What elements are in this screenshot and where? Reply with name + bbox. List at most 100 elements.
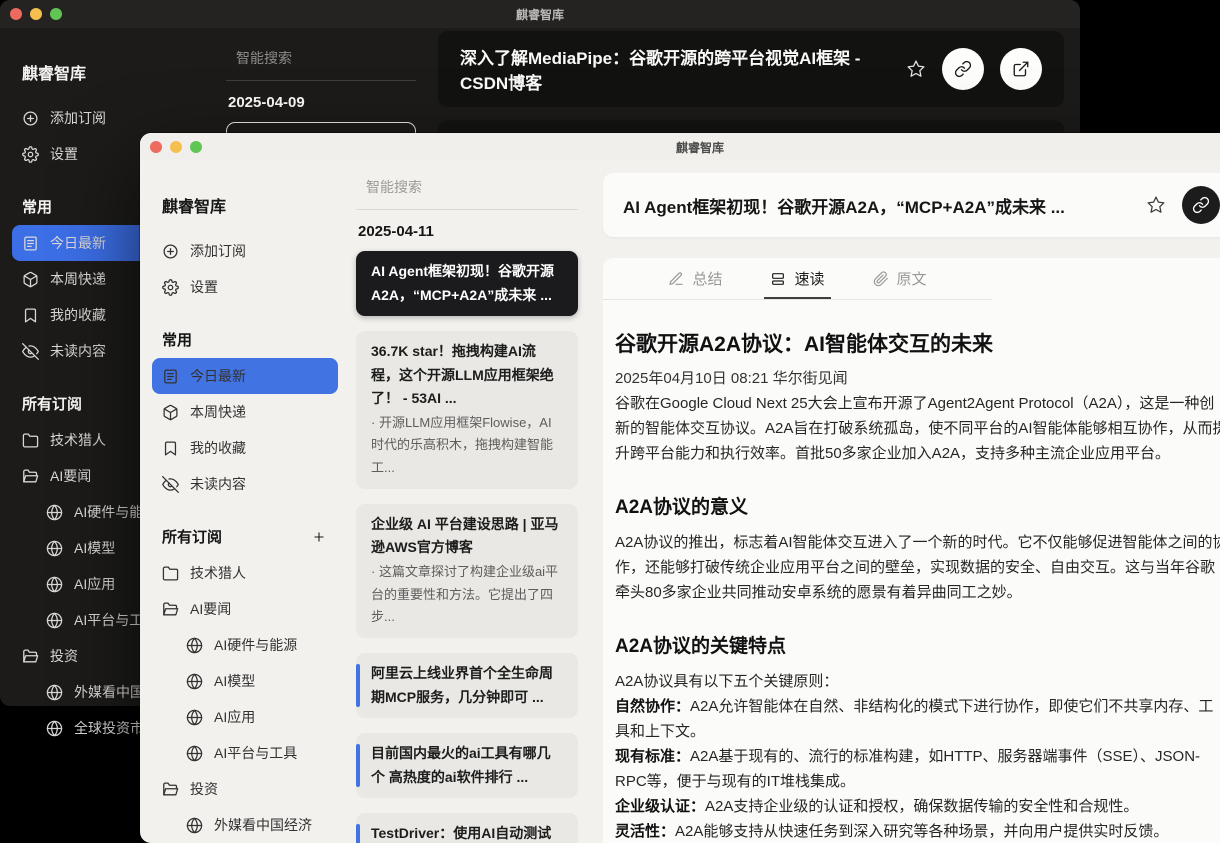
sidebar-item-settings[interactable]: 设置 xyxy=(152,269,338,305)
search-input[interactable]: 智能搜索 xyxy=(354,165,580,209)
globe-icon xyxy=(46,684,63,701)
content-column: AI Agent框架初现！谷歌开源A2A，“MCP+A2A”成未来 ... 总结 xyxy=(590,161,1220,843)
article-list-column: 智能搜索 2025-04-11 AI Agent框架初现！谷歌开源A2A，“MC… xyxy=(350,161,590,843)
sidebar-item-favorites[interactable]: 我的收藏 xyxy=(152,430,338,466)
globe-icon xyxy=(186,673,203,690)
feature-desc: A2A能够支持从快速任务到深入研究等各种场景，并向用户提供实时反馈。 xyxy=(675,823,1168,840)
article-card[interactable]: 企业级 AI 平台建设思路 | 亚马逊AWS官方博客 · 这篇文章探讨了构建企业… xyxy=(356,504,578,638)
sidebar-item-unread[interactable]: 未读内容 xyxy=(152,466,338,502)
feature-line: 企业级认证：A2A支持企业级的认证和授权，确保数据传输的安全性和合规性。 xyxy=(615,794,1220,819)
star-button[interactable] xyxy=(1146,195,1166,215)
sidebar-item-weekly[interactable]: 本周快递 xyxy=(152,394,338,430)
article-card-selected[interactable]: AI Agent框架初现！谷歌开源A2A，“MCP+A2A”成未来 ... xyxy=(356,251,578,316)
feature-line: 自然协作：A2A允许智能体在自然、非结构化的模式下进行协作，即使它们不共享内存、… xyxy=(615,694,1220,744)
news-icon xyxy=(162,368,179,385)
sidebar-item-label: 本周快递 xyxy=(50,269,106,289)
article-paragraph: A2A协议具有以下五个关键原则： xyxy=(615,669,1220,694)
article-title: 阿里云上线业界首个全生命周期MCP服务，几分钟即可 ... xyxy=(371,665,553,705)
article-paragraph: 谷歌在Google Cloud Next 25大会上宣布开源了Agent2Age… xyxy=(615,391,1220,466)
globe-icon xyxy=(186,637,203,654)
feature-name: 自然协作： xyxy=(615,698,690,715)
sidebar-item-label: 设置 xyxy=(190,277,218,297)
globe-icon xyxy=(46,504,63,521)
titlebar[interactable]: 麒睿智库 xyxy=(0,0,1080,28)
bookmark-icon xyxy=(162,440,179,457)
sidebar-item-label: 今日最新 xyxy=(50,233,106,253)
globe-icon xyxy=(186,817,203,834)
globe-icon xyxy=(46,612,63,629)
copy-link-button[interactable] xyxy=(942,48,984,90)
tab-original[interactable]: 原文 xyxy=(873,258,927,299)
feature-name: 现有标准： xyxy=(615,748,690,765)
article-body: 谷歌开源A2A协议：AI智能体交互的未来 2025年04月10日 08:21 华… xyxy=(603,300,1220,843)
sidebar-item-label: 技术猎人 xyxy=(50,430,106,450)
tab-label: 总结 xyxy=(692,268,722,289)
sidebar-item-label: 未读内容 xyxy=(190,474,246,494)
sidebar-folder-ai-news[interactable]: AI要闻 xyxy=(152,591,338,627)
sidebar-item-add-subscription[interactable]: 添加订阅 xyxy=(12,100,200,136)
article-header-title: AI Agent框架初现！谷歌开源A2A，“MCP+A2A”成未来 ... xyxy=(623,193,1130,218)
article-header-title: 深入了解MediaPipe：谷歌开源的跨平台视觉AI框架 - CSDN博客 xyxy=(460,44,890,94)
sidebar-feed-foreign-media-china[interactable]: 外媒看中国经济 xyxy=(176,807,338,843)
article-title: 企业级 AI 平台建设思路 | 亚马逊AWS官方博客 xyxy=(371,513,563,560)
sidebar-feed-ai-hardware[interactable]: AI硬件与能源 xyxy=(176,627,338,663)
star-button[interactable] xyxy=(906,59,926,79)
bookmark-icon xyxy=(22,307,39,324)
window-title: 麒睿智库 xyxy=(140,139,1220,156)
section-header-subscriptions: 所有订阅 xyxy=(162,526,328,547)
copy-link-button[interactable] xyxy=(1182,186,1220,224)
plus-icon xyxy=(312,530,326,544)
sidebar-feed-ai-platforms[interactable]: AI平台与工具 xyxy=(176,735,338,771)
open-external-button[interactable] xyxy=(1000,48,1042,90)
article-title: 目前国内最火的ai工具有哪几个 高热度的ai软件排行 ... xyxy=(371,745,551,785)
star-icon xyxy=(1146,195,1166,215)
sidebar-feed-ai-apps[interactable]: AI应用 xyxy=(176,699,338,735)
sidebar-item-label: 投资 xyxy=(50,646,78,666)
sidebar-item-add-subscription[interactable]: 添加订阅 xyxy=(152,233,338,269)
globe-icon xyxy=(46,540,63,557)
folder-open-icon xyxy=(162,781,179,798)
gear-icon xyxy=(162,279,179,296)
section-header-common: 常用 xyxy=(162,329,328,350)
pen-icon xyxy=(668,271,684,287)
divider xyxy=(356,209,578,210)
sidebar-item-label: 今日最新 xyxy=(190,366,246,386)
feature-line: 灵活性：A2A能够支持从快速任务到深入研究等各种场景，并向用户提供实时反馈。 xyxy=(615,819,1220,843)
sidebar-item-label: AI硬件与能源 xyxy=(214,635,297,655)
tab-summary[interactable]: 总结 xyxy=(668,258,722,299)
sidebar-item-label: AI应用 xyxy=(214,707,255,727)
sidebar-folder-investment[interactable]: 投资 xyxy=(152,771,338,807)
sidebar-folder-tech-hunter[interactable]: 技术猎人 xyxy=(152,555,338,591)
feature-desc: A2A允许智能体在自然、非结构化的模式下进行协作，即使它们不共享内存、工具和上下… xyxy=(615,698,1213,740)
sidebar-item-label: 我的收藏 xyxy=(190,438,246,458)
window-title: 麒睿智库 xyxy=(0,6,1080,23)
external-link-icon xyxy=(1012,60,1030,78)
app-name: 麒睿智库 xyxy=(22,60,190,84)
feature-desc: A2A支持企业级的认证和授权，确保数据传输的安全性和合规性。 xyxy=(705,798,1138,815)
sidebar-item-label: AI平台与工具 xyxy=(214,743,297,763)
sidebar-feed-ai-models[interactable]: AI模型 xyxy=(176,663,338,699)
plus-circle-icon xyxy=(22,110,39,127)
link-icon xyxy=(1192,196,1210,214)
paperclip-icon xyxy=(873,271,889,287)
article-header: AI Agent框架初现！谷歌开源A2A，“MCP+A2A”成未来 ... xyxy=(603,173,1220,237)
sidebar-item-label: AI模型 xyxy=(74,538,115,558)
article-card[interactable]: 目前国内最火的ai工具有哪几个 高热度的ai软件排行 ... xyxy=(356,733,578,798)
article-card[interactable]: 阿里云上线业界首个全生命周期MCP服务，几分钟即可 ... xyxy=(356,653,578,718)
globe-icon xyxy=(46,576,63,593)
search-input[interactable]: 智能搜索 xyxy=(224,36,418,80)
news-icon xyxy=(22,235,39,252)
sidebar-item-label: AI模型 xyxy=(214,671,255,691)
package-icon xyxy=(22,271,39,288)
folder-open-icon xyxy=(22,468,39,485)
article-card[interactable]: 36.7K star！拖拽构建AI流程，这个开源LLM应用框架绝了！ - 53A… xyxy=(356,331,578,489)
tab-speed-read[interactable]: 速读 xyxy=(770,258,824,299)
eye-off-icon xyxy=(22,343,39,360)
package-icon xyxy=(162,404,179,421)
feature-desc: A2A基于现有的、流行的标准构建，如HTTP、服务器端事件（SSE）、JSON-… xyxy=(615,748,1200,790)
article-card[interactable]: TestDriver：使用AI自动测试软件的智能工具-首席AI分 ... xyxy=(356,813,578,843)
titlebar[interactable]: 麒睿智库 xyxy=(140,133,1220,161)
sidebar-item-today[interactable]: 今日最新 xyxy=(152,358,338,394)
section-heading: A2A协议的意义 xyxy=(615,492,1220,519)
add-feed-button[interactable] xyxy=(310,528,328,546)
